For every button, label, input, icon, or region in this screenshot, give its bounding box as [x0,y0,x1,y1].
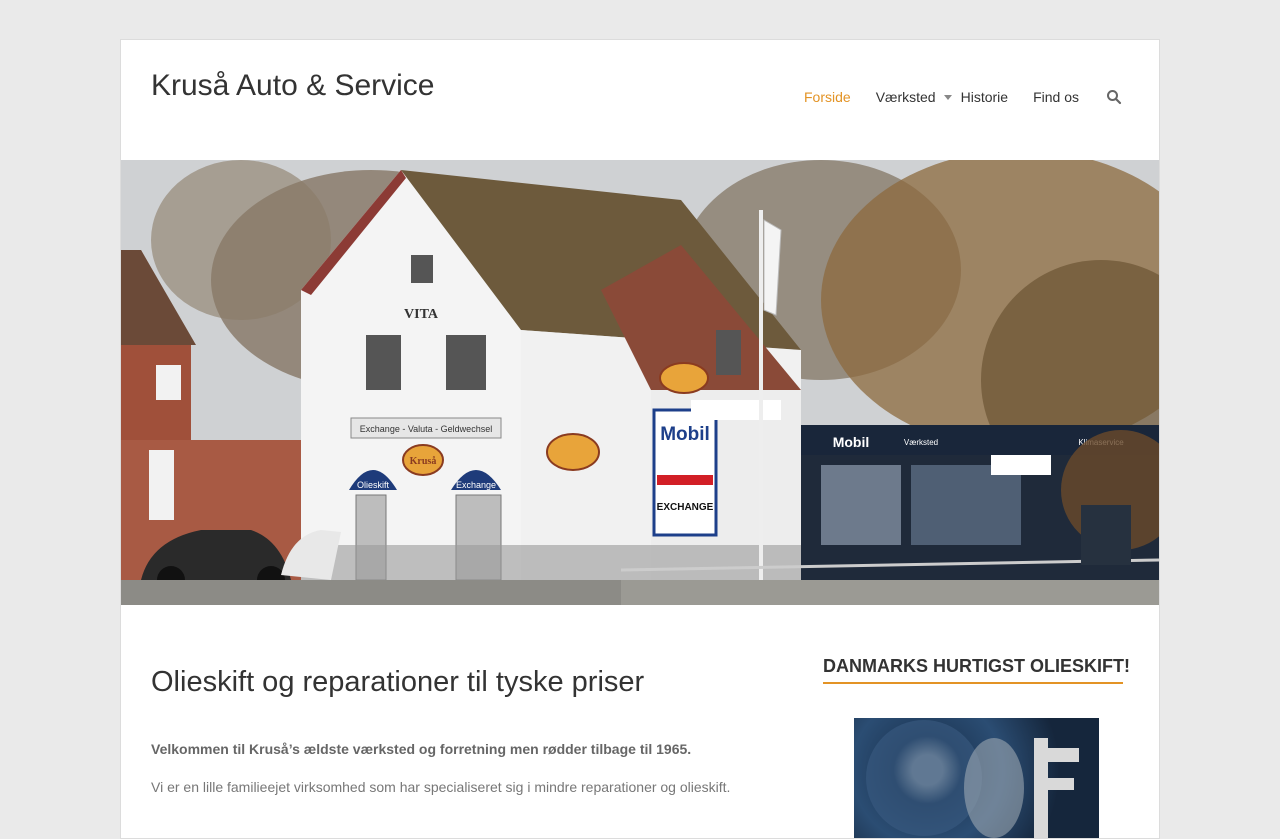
nav-item-vaerksted[interactable]: Værksted [876,89,961,105]
post-title: Olieskift og reparationer til tyske pris… [151,666,645,698]
search-icon[interactable] [1106,89,1122,105]
lead-paragraph: Velkommen til Kruså’s ældste værksted og… [151,741,692,757]
main-nav: Forside Værksted Historie Find os [804,89,1079,105]
mobil-garage-text: Mobil [833,434,870,450]
sidebar-widget-title: DANMARKS HURTIGST OLIESKIFT! [823,656,1130,684]
chevron-down-icon [943,94,952,100]
exchange-band-text: Exchange - Valuta - Geldwechsel [360,424,492,434]
exchange-awning-text: Exchange [456,480,496,490]
nav-item-historie[interactable]: Historie [961,89,1008,105]
exchange-sign-text: EXCHANGE [657,502,714,513]
page-container: Kruså Auto & Service Forside Værksted Hi… [120,39,1160,839]
sidebar-widget-image [854,718,1099,838]
vita-text: VITA [404,307,439,322]
mobil-sign-text: Mobil [660,424,710,445]
vaerksted-garage-text: Værksted [904,438,938,447]
krusa-logo-text: Kruså [410,456,437,467]
nav-item-forside[interactable]: Forside [804,89,851,105]
hero-illustration: Exchange - Valuta - Geldwechsel VITA Oli… [121,160,1159,605]
intro-paragraph: Vi er en lille familieejet virksomhed so… [151,779,731,795]
hero-image: Exchange - Valuta - Geldwechsel VITA Oli… [121,160,1159,605]
site-title[interactable]: Kruså Auto & Service [151,69,434,103]
nav-item-vaerksted-label: Værksted [875,89,936,105]
olieskift-awning-text: Olieskift [357,480,390,490]
nav-item-find-os[interactable]: Find os [1033,89,1079,105]
